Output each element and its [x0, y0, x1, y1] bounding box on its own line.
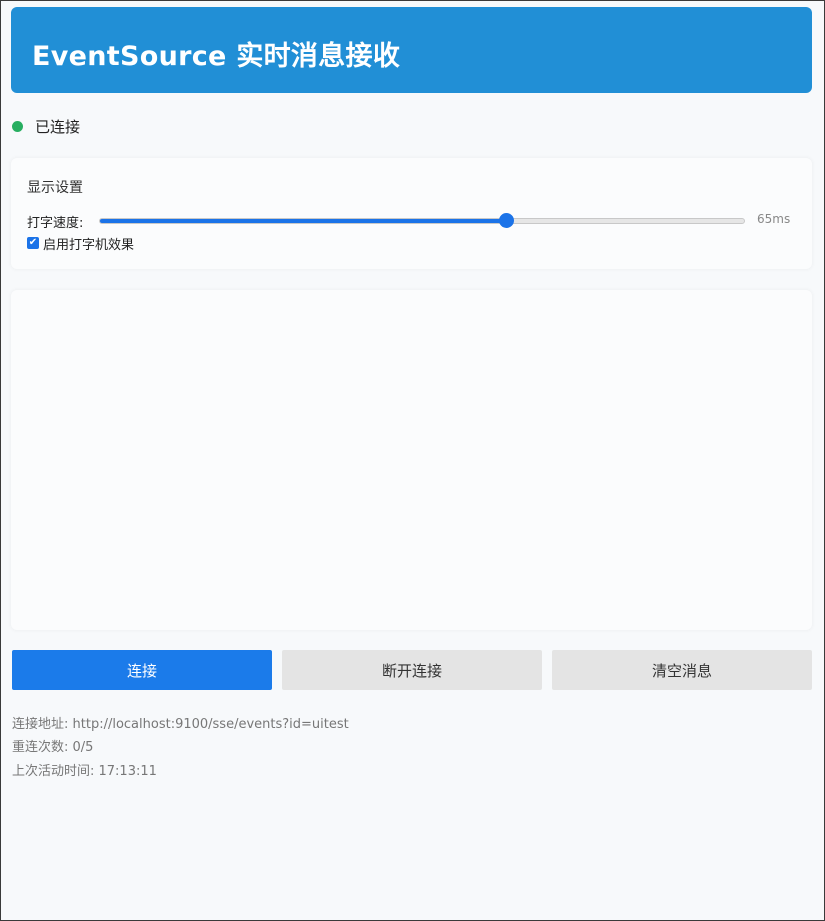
- typewriter-label: 启用打字机效果: [43, 237, 135, 253]
- status-text: 已连接: [35, 117, 81, 136]
- display-settings-panel: 显示设置 打字速度: 65ms ✔ 启用打字机效果: [11, 158, 812, 269]
- last-activity-time: 上次活动时间: 17:13:11: [12, 764, 157, 779]
- typing-speed-label: 打字速度:: [27, 216, 84, 231]
- settings-title: 显示设置: [27, 180, 83, 196]
- typewriter-toggle-row[interactable]: ✔ 启用打字机效果: [27, 235, 135, 253]
- disconnect-button[interactable]: 断开连接: [282, 650, 542, 690]
- connection-url: 连接地址: http://localhost:9100/sse/events?i…: [12, 717, 349, 732]
- header-banner: EventSource 实时消息接收: [11, 7, 812, 93]
- retry-count: 重连次数: 0/5: [12, 740, 94, 755]
- typewriter-checkbox[interactable]: ✔: [27, 237, 39, 249]
- typing-speed-row: 打字速度: 65ms: [27, 210, 797, 231]
- connection-status: 已连接: [12, 115, 80, 137]
- status-dot-icon: [12, 120, 23, 132]
- clear-messages-button[interactable]: 清空消息: [552, 650, 812, 690]
- connect-button[interactable]: 连接: [12, 650, 272, 690]
- slider-thumb[interactable]: [498, 213, 514, 228]
- slider-fill: [100, 219, 506, 223]
- typing-speed-slider[interactable]: [99, 218, 745, 224]
- page-title: EventSource 实时消息接收: [32, 41, 401, 72]
- message-area: [11, 290, 812, 630]
- app-window: EventSource 实时消息接收 已连接 显示设置 打字速度: 65ms ✔…: [0, 0, 825, 921]
- typing-speed-value: 65ms: [757, 212, 791, 226]
